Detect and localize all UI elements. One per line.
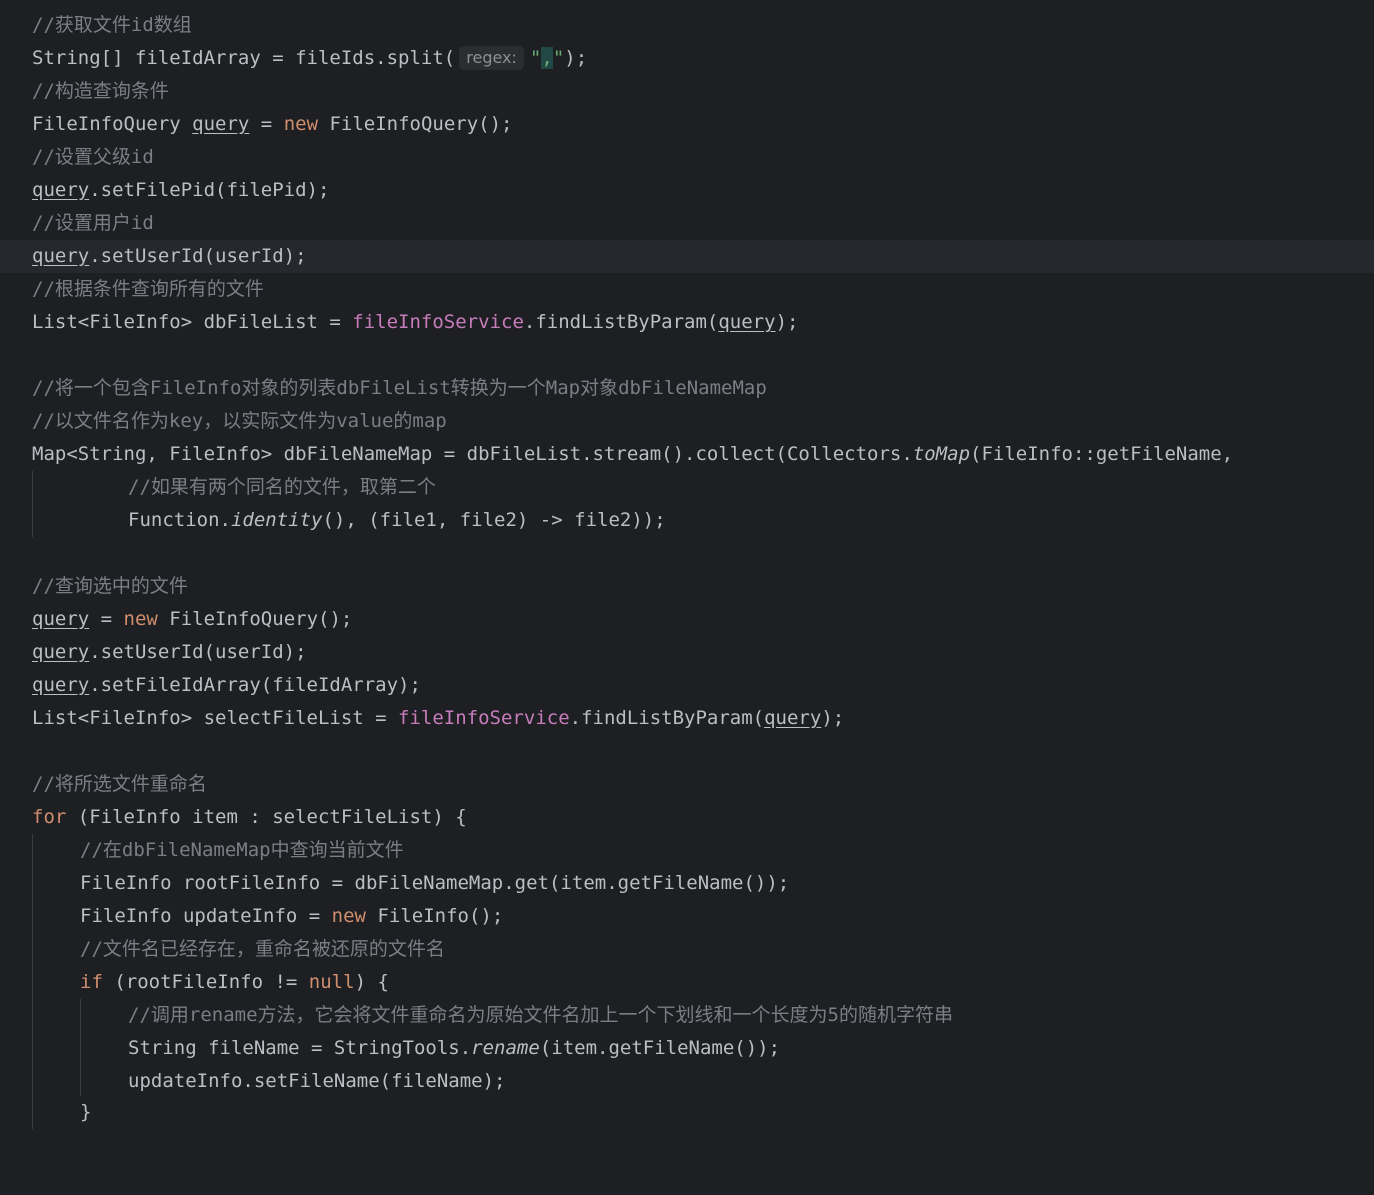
- code-comment: //查询选中的文件: [32, 575, 188, 597]
- code-text: String[] fileIdArray = fileIds.split(: [32, 47, 456, 69]
- code-line[interactable]: for (FileInfo item : selectFileList) {: [0, 801, 1374, 834]
- code-line[interactable]: //以文件名作为key，以实际文件为value的map: [0, 405, 1374, 438]
- code-text: Map<String, FileInfo> dbFileNameMap = db…: [32, 443, 913, 465]
- code-line[interactable]: updateInfo.setFileName(fileName);: [0, 1065, 1374, 1098]
- code-text: ) {: [354, 971, 389, 993]
- code-text: FileInfo updateInfo =: [80, 905, 332, 927]
- keyword-if: if: [80, 971, 103, 993]
- code-text: (), (file1, file2) -> file2));: [322, 509, 666, 531]
- code-text: .setUserId(userId);: [89, 245, 307, 267]
- code-line[interactable]: //调用rename方法，它会将文件重命名为原始文件名加上一个下划线和一个长度为…: [0, 999, 1374, 1032]
- code-line[interactable]: FileInfo updateInfo = new FileInfo();: [0, 900, 1374, 933]
- variable-query: query: [718, 311, 776, 333]
- code-text: updateInfo.setFileName(fileName);: [128, 1070, 506, 1092]
- code-comment: //将所选文件重命名: [32, 773, 207, 795]
- string-literal: ,: [541, 47, 553, 69]
- code-comment: //文件名已经存在，重命名被还原的文件名: [80, 938, 445, 960]
- code-text: .findListByParam(: [569, 707, 765, 729]
- code-comment: //构造查询条件: [32, 80, 169, 102]
- string-quote: ": [529, 47, 542, 69]
- code-comment: //获取文件id数组: [32, 14, 192, 36]
- code-text: );: [821, 707, 845, 729]
- code-line[interactable]: //根据条件查询所有的文件: [0, 273, 1374, 306]
- code-text: List<FileInfo> dbFileList =: [32, 311, 353, 333]
- variable-query: query: [32, 179, 90, 201]
- code-text: .setFilePid(filePid);: [89, 179, 330, 201]
- code-line[interactable]: query.setUserId(userId);: [0, 636, 1374, 669]
- code-line[interactable]: //查询选中的文件: [0, 570, 1374, 603]
- keyword-new: new: [123, 608, 158, 630]
- variable-query: query: [192, 113, 250, 135]
- code-line[interactable]: Function.identity(), (file1, file2) -> f…: [0, 504, 1374, 537]
- code-text: );: [564, 47, 588, 69]
- code-line[interactable]: //将所选文件重命名: [0, 768, 1374, 801]
- code-line[interactable]: FileInfo rootFileInfo = dbFileNameMap.ge…: [0, 867, 1374, 900]
- code-line[interactable]: //设置父级id: [0, 141, 1374, 174]
- current-line[interactable]: query.setUserId(userId);: [0, 240, 1374, 273]
- code-text: Function.: [128, 509, 231, 531]
- variable-query: query: [32, 641, 90, 663]
- code-comment: //以文件名作为key，以实际文件为value的map: [32, 410, 447, 432]
- field-reference: fileInfoService: [398, 707, 570, 729]
- code-comment: //将一个包含FileInfo对象的列表dbFileList转换为一个Map对象…: [32, 377, 767, 399]
- code-text: (FileInfo::getFileName,: [970, 443, 1234, 465]
- code-line[interactable]: //构造查询条件: [0, 75, 1374, 108]
- code-comment: //调用rename方法，它会将文件重命名为原始文件名加上一个下划线和一个长度为…: [128, 1004, 953, 1026]
- variable-query: query: [32, 245, 90, 267]
- static-method: toMap: [912, 443, 971, 465]
- code-text: FileInfoQuery: [32, 113, 193, 135]
- keyword-new: new: [331, 905, 366, 927]
- code-comment: //设置用户id: [32, 212, 154, 234]
- code-line[interactable]: Map<String, FileInfo> dbFileNameMap = db…: [0, 438, 1374, 471]
- code-text: List<FileInfo> selectFileList =: [32, 707, 399, 729]
- code-line[interactable]: FileInfoQuery query = new FileInfoQuery(…: [0, 108, 1374, 141]
- code-text: );: [775, 311, 799, 333]
- parameter-hint: regex:: [459, 46, 524, 70]
- string-quote: ": [552, 47, 565, 69]
- code-line[interactable]: }: [0, 1096, 1374, 1129]
- static-method: rename: [471, 1037, 540, 1059]
- keyword-for: for: [32, 806, 67, 828]
- closing-brace: }: [80, 1101, 92, 1123]
- code-line[interactable]: if (rootFileInfo != null) {: [0, 966, 1374, 999]
- code-line[interactable]: String[] fileIdArray = fileIds.split(reg…: [0, 42, 1374, 75]
- code-line[interactable]: //设置用户id: [0, 207, 1374, 240]
- code-editor[interactable]: //获取文件id数组 String[] fileIdArray = fileId…: [0, 0, 1374, 1129]
- variable-query: query: [764, 707, 822, 729]
- keyword-new: new: [283, 113, 319, 135]
- keyword-null: null: [308, 971, 355, 993]
- code-comment: //根据条件查询所有的文件: [32, 278, 264, 300]
- code-text: (rootFileInfo !=: [102, 971, 309, 993]
- code-text: =: [249, 113, 284, 135]
- code-comment: //如果有两个同名的文件，取第二个: [128, 476, 436, 498]
- code-comment: //设置父级id: [32, 146, 154, 168]
- code-text: .setUserId(userId);: [89, 641, 307, 663]
- code-line[interactable]: //文件名已经存在，重命名被还原的文件名: [0, 933, 1374, 966]
- code-line[interactable]: query.setFilePid(filePid);: [0, 174, 1374, 207]
- static-method: identity: [230, 509, 323, 531]
- code-comment: //在dbFileNameMap中查询当前文件: [80, 839, 404, 861]
- code-text: String fileName = StringTools.: [128, 1037, 472, 1059]
- code-line[interactable]: //获取文件id数组: [0, 9, 1374, 42]
- code-text: FileInfo();: [366, 905, 504, 927]
- code-text: FileInfoQuery();: [157, 608, 353, 630]
- code-line[interactable]: //将一个包含FileInfo对象的列表dbFileList转换为一个Map对象…: [0, 372, 1374, 405]
- field-reference: fileInfoService: [352, 311, 524, 333]
- variable-query: query: [32, 674, 90, 696]
- code-text: =: [89, 608, 124, 630]
- code-line[interactable]: String fileName = StringTools.rename(ite…: [0, 1032, 1374, 1065]
- code-text: FileInfoQuery();: [318, 113, 513, 135]
- code-line[interactable]: query = new FileInfoQuery();: [0, 603, 1374, 636]
- code-text: FileInfo rootFileInfo = dbFileNameMap.ge…: [80, 872, 790, 894]
- code-text: .setFileIdArray(fileIdArray);: [89, 674, 421, 696]
- code-text: (FileInfo item : selectFileList) {: [66, 806, 467, 828]
- code-line[interactable]: query.setFileIdArray(fileIdArray);: [0, 669, 1374, 702]
- code-line[interactable]: List<FileInfo> selectFileList = fileInfo…: [0, 702, 1374, 735]
- code-line[interactable]: List<FileInfo> dbFileList = fileInfoServ…: [0, 306, 1374, 339]
- code-line[interactable]: //如果有两个同名的文件，取第二个: [0, 471, 1374, 504]
- code-line[interactable]: //在dbFileNameMap中查询当前文件: [0, 834, 1374, 867]
- code-text: (item.getFileName());: [539, 1037, 781, 1059]
- variable-query: query: [32, 608, 90, 630]
- code-text: .findListByParam(: [523, 311, 719, 333]
